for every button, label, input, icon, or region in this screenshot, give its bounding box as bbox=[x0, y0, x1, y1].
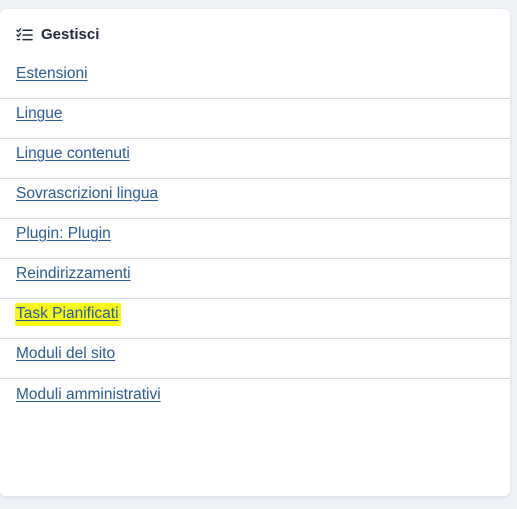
link-lingue[interactable]: Lingue bbox=[16, 105, 63, 123]
link-estensioni[interactable]: Estensioni bbox=[16, 65, 88, 83]
link-moduli-amministrativi[interactable]: Moduli amministrativi bbox=[16, 386, 161, 404]
link-moduli-del-sito[interactable]: Moduli del sito bbox=[16, 345, 115, 363]
link-reindirizzamenti[interactable]: Reindirizzamenti bbox=[16, 265, 131, 283]
manage-panel: Gestisci Estensioni Lingue Lingue conten… bbox=[0, 9, 510, 496]
link-task-pianificati[interactable]: Task Pianificati bbox=[15, 302, 121, 326]
manage-links-list: Estensioni Lingue Lingue contenuti Sovra… bbox=[0, 50, 510, 419]
link-plugin[interactable]: Plugin: Plugin bbox=[16, 225, 111, 243]
link-lingue-contenuti[interactable]: Lingue contenuti bbox=[16, 145, 130, 163]
list-item: Moduli amministrativi bbox=[0, 370, 510, 419]
list-check-icon bbox=[16, 28, 33, 41]
link-sovrascrizioni-lingua[interactable]: Sovrascrizioni lingua bbox=[16, 185, 158, 203]
panel-title: Gestisci bbox=[41, 26, 100, 43]
